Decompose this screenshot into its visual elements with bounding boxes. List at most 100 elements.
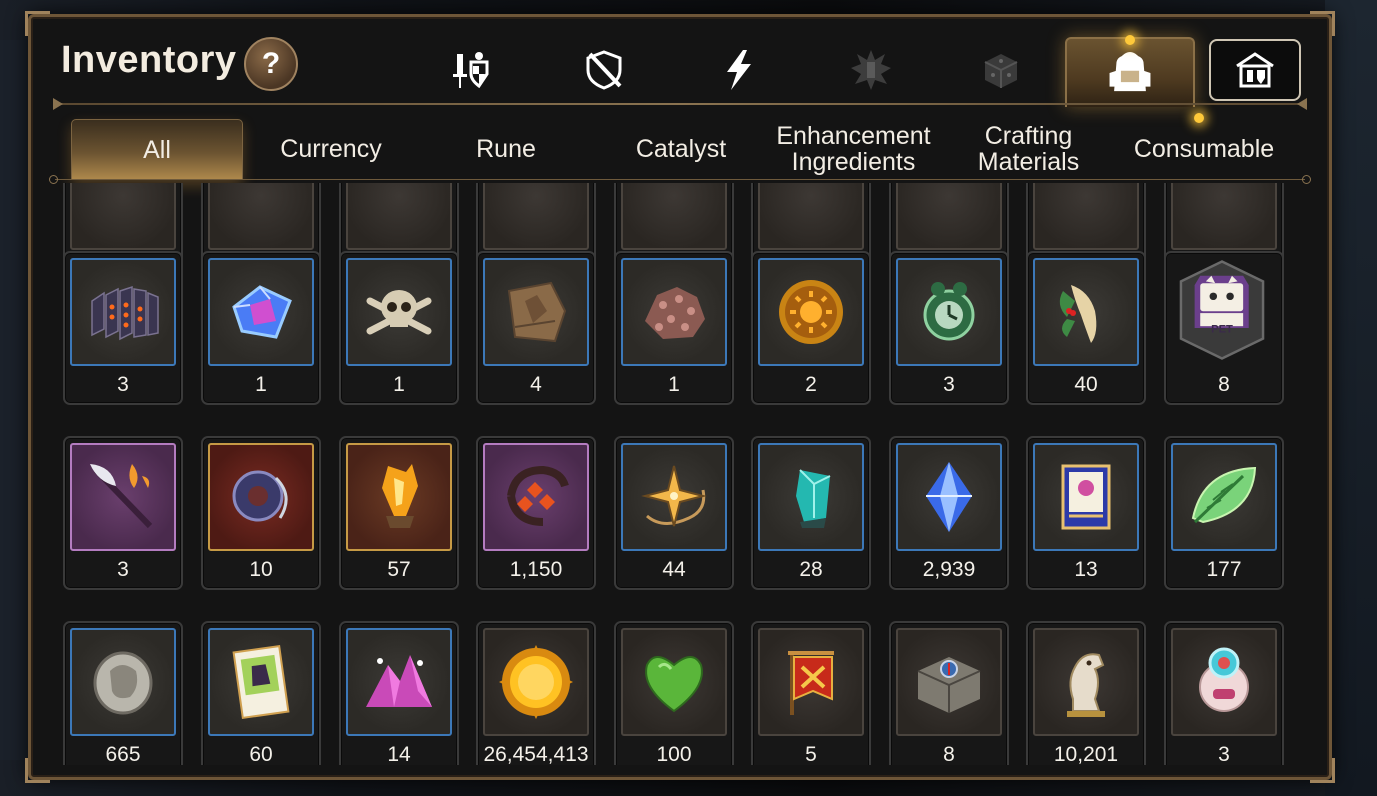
item-frame bbox=[621, 183, 727, 250]
item-frame bbox=[896, 183, 1002, 250]
inventory-slot[interactable]: 40 bbox=[1026, 251, 1146, 405]
pet-badge: PET bbox=[1211, 323, 1233, 335]
pet-robot-icon bbox=[1199, 647, 1249, 712]
item-count: 60 bbox=[249, 743, 273, 765]
tab-crafting-materials[interactable]: Crafting Materials bbox=[951, 119, 1106, 179]
item-frame bbox=[208, 443, 314, 551]
item-count: 8 bbox=[1218, 373, 1230, 396]
category-equipment-button[interactable] bbox=[431, 39, 511, 101]
blue-gem-icon bbox=[926, 462, 972, 532]
item-count: 1 bbox=[393, 373, 405, 396]
item-count: 665 bbox=[105, 743, 141, 765]
item-frame bbox=[346, 258, 452, 366]
item-frame bbox=[621, 443, 727, 551]
item-frame bbox=[896, 443, 1002, 551]
item-count: 3 bbox=[117, 558, 129, 581]
inventory-slot[interactable]: 28 bbox=[751, 436, 871, 590]
category-locked-2[interactable] bbox=[961, 39, 1041, 101]
category-inventory-button[interactable] bbox=[1065, 35, 1195, 107]
item-frame: PET bbox=[1171, 258, 1273, 362]
inventory-slot[interactable]: 3 bbox=[63, 251, 183, 405]
corner-ornament bbox=[1310, 11, 1335, 36]
inventory-slot[interactable]: 8 bbox=[889, 621, 1009, 765]
item-count: 57 bbox=[387, 558, 411, 581]
tab-rune[interactable]: Rune bbox=[431, 119, 581, 179]
item-count: 10 bbox=[249, 558, 273, 581]
help-button[interactable]: ? bbox=[244, 37, 298, 91]
teal-crystal-icon bbox=[796, 469, 831, 528]
explosion-icon bbox=[851, 50, 891, 90]
inventory-slot[interactable]: 13 bbox=[1026, 436, 1146, 590]
inventory-slot[interactable]: 10 bbox=[201, 436, 321, 590]
red-banner-icon bbox=[788, 651, 834, 715]
inventory-slot[interactable]: 3 bbox=[63, 436, 183, 590]
tab-catalyst[interactable]: Catalyst bbox=[601, 119, 761, 179]
dice-icon bbox=[984, 54, 1018, 88]
tab-enhancement-ingredients[interactable]: Enhancement Ingredients bbox=[771, 119, 936, 179]
inventory-slot[interactable]: 14 bbox=[339, 621, 459, 765]
notification-dot bbox=[1125, 35, 1135, 45]
inventory-grid[interactable]: 300201233211311412340PET8310571,15044282… bbox=[61, 183, 1301, 765]
inventory-slot[interactable]: 3 bbox=[889, 251, 1009, 405]
pet-food-icon: PET bbox=[1179, 260, 1265, 360]
item-count: 8 bbox=[943, 743, 955, 765]
category-locked-1[interactable] bbox=[831, 39, 911, 101]
stone-box-icon bbox=[917, 657, 981, 713]
inventory-slot[interactable]: 44 bbox=[614, 436, 734, 590]
category-storage-button[interactable] bbox=[1209, 39, 1301, 101]
inventory-slot[interactable]: 2,939 bbox=[889, 436, 1009, 590]
item-frame bbox=[758, 183, 864, 250]
item-count: 10,201 bbox=[1053, 743, 1119, 765]
tab-all[interactable]: All bbox=[71, 119, 243, 180]
item-frame bbox=[1171, 183, 1277, 250]
item-frame bbox=[70, 258, 176, 366]
tab-consumable[interactable]: Consumable bbox=[1119, 119, 1289, 179]
inventory-slot[interactable]: 1,150 bbox=[476, 436, 596, 590]
item-frame bbox=[208, 628, 314, 736]
green-leaf-icon bbox=[1191, 466, 1257, 524]
item-count: 1,150 bbox=[509, 558, 563, 581]
item-count: 3 bbox=[117, 373, 129, 396]
silver-coin-icon bbox=[93, 651, 153, 715]
tab-currency[interactable]: Currency bbox=[251, 119, 411, 179]
inventory-slot[interactable]: 1 bbox=[614, 251, 734, 405]
inventory-slot[interactable]: 100 bbox=[614, 621, 734, 765]
inventory-slot[interactable]: 177 bbox=[1164, 436, 1284, 590]
ginseng-icon bbox=[1059, 285, 1097, 343]
inventory-slot[interactable]: 665 bbox=[63, 621, 183, 765]
item-frame bbox=[621, 258, 727, 366]
page-title: Inventory bbox=[61, 39, 237, 81]
inventory-slot[interactable]: PET 8 bbox=[1164, 251, 1284, 405]
category-skill-button[interactable] bbox=[699, 39, 779, 101]
item-frame bbox=[483, 628, 589, 736]
inventory-slot[interactable]: 2 bbox=[751, 251, 871, 405]
item-frame bbox=[758, 443, 864, 551]
item-count: 26,454,413 bbox=[483, 743, 589, 765]
background-right-strip bbox=[1325, 0, 1377, 796]
inventory-slot[interactable]: 10,201 bbox=[1026, 621, 1146, 765]
inventory-slot[interactable]: 1 bbox=[201, 251, 321, 405]
gold-coin-icon bbox=[499, 645, 573, 719]
feather-wand-icon bbox=[90, 464, 153, 529]
fire-crystal-icon bbox=[382, 464, 418, 528]
lightning-icon bbox=[727, 50, 751, 90]
item-frame bbox=[208, 183, 314, 250]
item-frame bbox=[1033, 183, 1139, 250]
category-artifact-button[interactable] bbox=[564, 39, 644, 101]
item-frame bbox=[1033, 628, 1139, 736]
inventory-slot[interactable]: 1 bbox=[339, 251, 459, 405]
dark-scales-icon bbox=[91, 285, 159, 341]
inventory-slot[interactable]: 60 bbox=[201, 621, 321, 765]
item-count: 5 bbox=[805, 743, 817, 765]
item-count: 2,939 bbox=[922, 558, 976, 581]
blue-crystal-icon bbox=[232, 285, 292, 339]
item-count: 40 bbox=[1074, 373, 1098, 396]
item-frame bbox=[208, 258, 314, 366]
green-clock-icon bbox=[923, 282, 975, 341]
inventory-slot[interactable]: 4 bbox=[476, 251, 596, 405]
inventory-slot[interactable]: 26,454,413 bbox=[476, 621, 596, 765]
inventory-slot[interactable]: 57 bbox=[339, 436, 459, 590]
inventory-slot[interactable]: 3 bbox=[1164, 621, 1284, 765]
inventory-slot[interactable]: 5 bbox=[751, 621, 871, 765]
artifact-icon bbox=[586, 50, 622, 90]
